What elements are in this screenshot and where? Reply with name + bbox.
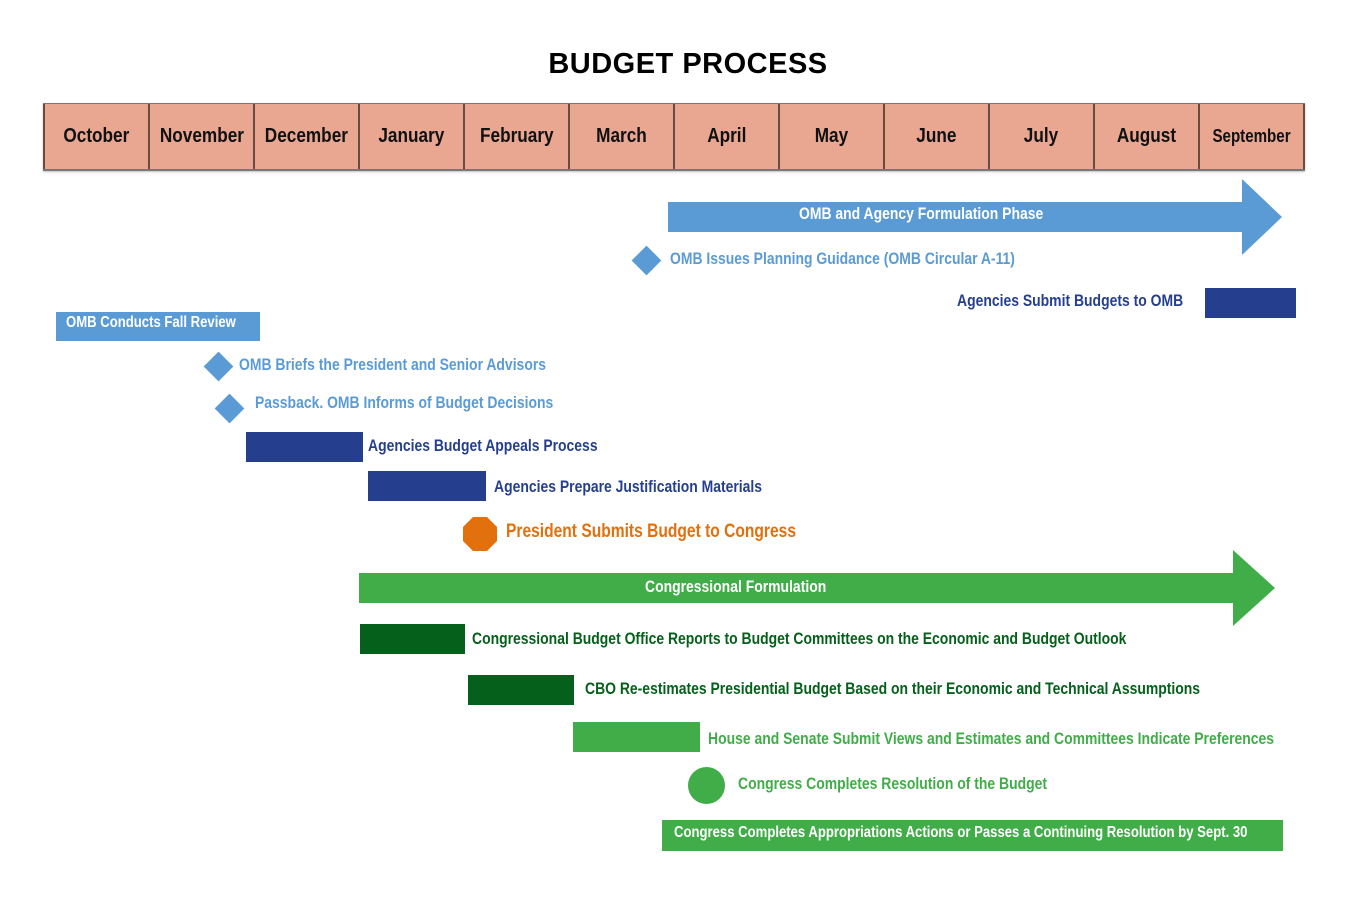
appeals-label: Agencies Budget Appeals Process: [368, 436, 598, 455]
month-march: March: [568, 104, 673, 169]
month-october: October: [43, 104, 148, 169]
cbo-reports-bar: [360, 624, 465, 654]
justification-bar: [368, 471, 486, 501]
month-june: June: [883, 104, 988, 169]
month-may: May: [778, 104, 883, 169]
agencies-submit-label: Agencies Submit Budgets to OMB: [957, 291, 1184, 310]
president-submits-label: President Submits Budget to Congress: [506, 521, 796, 542]
month-february: February: [463, 104, 568, 169]
justification-label: Agencies Prepare Justification Materials: [494, 477, 763, 496]
appeals-bar: [246, 432, 363, 462]
octagon-shape: [463, 517, 497, 551]
views-estimates-label: House and Senate Submit Views and Estima…: [708, 729, 1275, 748]
appropriations-label: Congress Completes Appropriations Action…: [674, 824, 1248, 841]
month-september: September: [1198, 104, 1305, 169]
omb-formulation-phase-label: OMB and Agency Formulation Phase: [799, 204, 1044, 223]
resolution-label: Congress Completes Resolution of the Bud…: [738, 774, 1048, 793]
month-april: April: [673, 104, 778, 169]
page-title: BUDGET PROCESS: [548, 48, 828, 80]
agencies-submit-bar: [1205, 288, 1296, 318]
omb-planning-guidance-label: OMB Issues Planning Guidance (OMB Circul…: [670, 249, 1015, 268]
congressional-formulation-label: Congressional Formulation: [645, 577, 827, 596]
passback-label: Passback. OMB Informs of Budget Decision…: [255, 393, 554, 412]
diamond-milestone-icon: [214, 393, 245, 424]
month-july: July: [988, 104, 1093, 169]
cbo-reestimates-bar: [468, 675, 574, 705]
circle-milestone-icon: [688, 767, 725, 804]
fall-review-label: OMB Conducts Fall Review: [66, 314, 236, 331]
diamond-milestone-icon: [203, 351, 234, 382]
diamond-milestone-icon: [631, 245, 662, 276]
cbo-reports-label: Congressional Budget Office Reports to B…: [472, 629, 1127, 648]
octagon-milestone-icon: [463, 517, 497, 551]
cbo-reestimates-label: CBO Re-estimates Presidential Budget Bas…: [585, 679, 1201, 698]
month-november: November: [148, 104, 253, 169]
month-header: October November December January Februa…: [43, 103, 1305, 171]
views-estimates-bar: [573, 722, 700, 752]
briefs-president-label: OMB Briefs the President and Senior Advi…: [239, 355, 547, 374]
month-december: December: [253, 104, 358, 169]
month-january: January: [358, 104, 463, 169]
month-august: August: [1093, 104, 1198, 169]
